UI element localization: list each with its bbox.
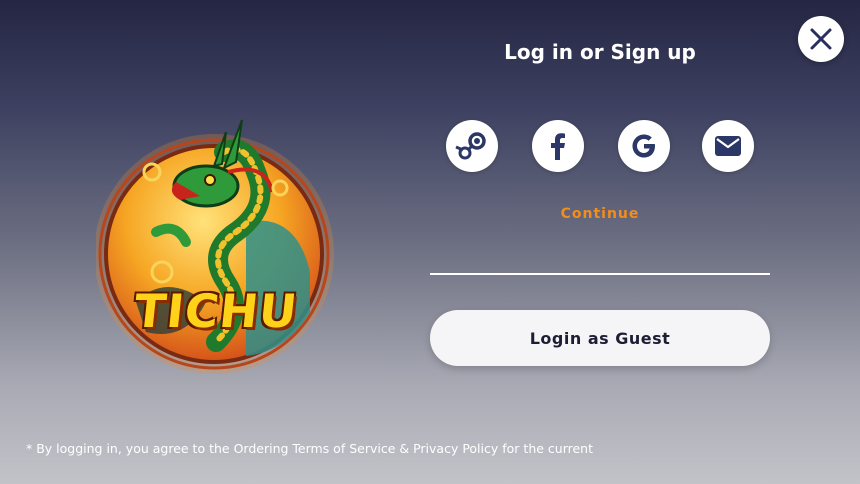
email-login-button[interactable] <box>702 120 754 172</box>
steam-login-button[interactable] <box>446 120 498 172</box>
close-button[interactable] <box>798 16 844 62</box>
google-login-button[interactable] <box>618 120 670 172</box>
close-icon <box>810 28 832 50</box>
terms-footer-text: * By logging in, you agree to the Orderi… <box>26 441 593 456</box>
steam-icon <box>455 132 486 160</box>
game-logo: TICHU <box>96 112 336 376</box>
facebook-icon <box>551 133 565 160</box>
login-screen: TICHU Log in or Sign up Continue Login a… <box>0 0 860 484</box>
google-icon <box>632 134 655 158</box>
divider <box>430 273 770 275</box>
facebook-login-button[interactable] <box>532 120 584 172</box>
mail-icon <box>715 136 741 156</box>
continue-link[interactable]: Continue <box>430 206 770 222</box>
dialog-title: Log in or Sign up <box>504 40 696 64</box>
login-as-guest-button[interactable]: Login as Guest <box>430 310 770 366</box>
logo-wordmark: TICHU <box>131 284 301 338</box>
